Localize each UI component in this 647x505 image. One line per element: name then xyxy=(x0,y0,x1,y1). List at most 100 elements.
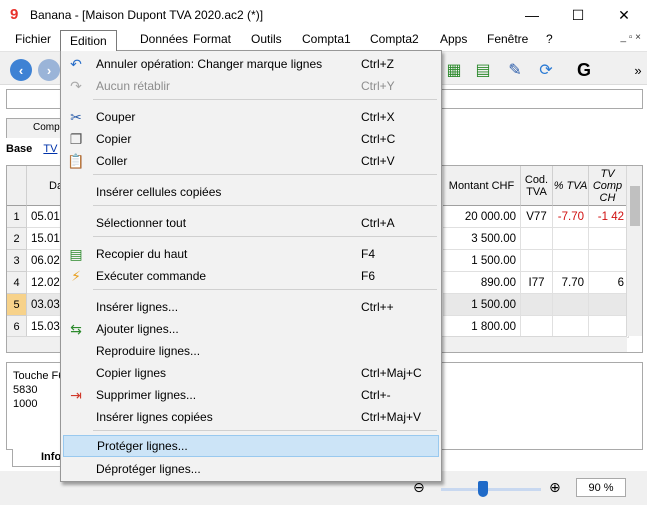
scrollbar-thumb[interactable] xyxy=(630,186,640,226)
zoom-slider[interactable] xyxy=(441,488,541,491)
menu-item-label: Aucun rétablir xyxy=(96,79,171,93)
menu-item-paste[interactable]: 📋 Coller Ctrl+V xyxy=(63,150,439,172)
menu-item-protect-rows[interactable]: Protéger lignes... xyxy=(63,435,439,457)
view-tab-tva[interactable]: TV xyxy=(43,143,57,155)
menu-item-insert-copied-rows[interactable]: Insérer lignes copiées Ctrl+Maj+V xyxy=(63,406,439,428)
menu-item-insert-rows[interactable]: Insérer lignes... Ctrl++ xyxy=(63,296,439,318)
menu-item-shortcut: Ctrl+A xyxy=(361,216,395,230)
pencil-edit-icon[interactable]: ✎ xyxy=(503,58,527,82)
scissors-icon: ✂ xyxy=(70,108,82,125)
cell-code-tva[interactable]: I77 xyxy=(521,272,553,294)
cell-tva-comp[interactable] xyxy=(589,228,629,250)
zoom-in-icon[interactable]: ⊕ xyxy=(549,479,561,496)
grid-insert-icon[interactable]: ▦ xyxy=(442,58,466,82)
mdi-window-controls[interactable]: _ ▫ × xyxy=(620,32,641,43)
menu-item-label: Insérer lignes... xyxy=(96,300,179,314)
menu-item-duplicate-rows[interactable]: Reproduire lignes... xyxy=(63,340,439,362)
close-button[interactable]: ✕ xyxy=(601,0,647,30)
maximize-button[interactable]: ☐ xyxy=(555,0,601,30)
cell-tva-comp[interactable] xyxy=(589,316,629,338)
zoom-level-input[interactable]: 90 % xyxy=(576,478,626,497)
view-tab-base[interactable]: Base xyxy=(6,143,32,155)
cell-pct-tva[interactable] xyxy=(553,316,589,338)
menu-item-select-all[interactable]: Sélectionner tout Ctrl+A xyxy=(63,212,439,234)
cell-tva-comp[interactable] xyxy=(589,250,629,272)
cell-montant[interactable]: 3 500.00 xyxy=(443,228,521,250)
menu-donnees[interactable]: Données xyxy=(140,32,188,46)
cell-montant[interactable]: 890.00 xyxy=(443,272,521,294)
toolbar-overflow-icon[interactable]: » xyxy=(626,58,647,82)
redo-icon: ↷ xyxy=(70,77,82,94)
row-number[interactable]: 4 xyxy=(7,272,27,294)
window-title: Banana - [Maison Dupont TVA 2020.ac2 (*)… xyxy=(30,8,264,22)
menu-outils[interactable]: Outils xyxy=(251,32,282,46)
cell-montant[interactable]: 1 500.00 xyxy=(443,250,521,272)
cell-code-tva[interactable] xyxy=(521,294,553,316)
menu-item-delete-rows[interactable]: ⇥ Supprimer lignes... Ctrl+- xyxy=(63,384,439,406)
cell-code-tva[interactable] xyxy=(521,250,553,272)
menu-item-cut[interactable]: ✂ Couper Ctrl+X xyxy=(63,106,439,128)
row-number[interactable]: 3 xyxy=(7,250,27,272)
menu-separator xyxy=(93,236,437,237)
menu-item-label: Déprotéger lignes... xyxy=(96,462,201,476)
cell-pct-tva[interactable] xyxy=(553,294,589,316)
menu-item-label: Insérer lignes copiées xyxy=(96,410,213,424)
zoom-slider-thumb[interactable] xyxy=(478,481,488,497)
row-number-selected[interactable]: 5 xyxy=(7,294,27,316)
cell-pct-tva[interactable] xyxy=(553,228,589,250)
cell-code-tva[interactable]: V77 xyxy=(521,206,553,228)
menu-item-label: Couper xyxy=(96,110,136,124)
menu-item-label: Copier lignes xyxy=(96,366,167,380)
menu-item-copy-rows[interactable]: Copier lignes Ctrl+Maj+C xyxy=(63,362,439,384)
menu-compta1[interactable]: Compta1 xyxy=(302,32,351,46)
vertical-scrollbar[interactable] xyxy=(626,166,642,336)
row-number[interactable]: 6 xyxy=(7,316,27,338)
menu-fichier[interactable]: Fichier xyxy=(15,32,51,46)
cell-pct-tva[interactable] xyxy=(553,250,589,272)
menu-item-shortcut: Ctrl+C xyxy=(361,132,396,146)
menu-fenetre[interactable]: Fenêtre xyxy=(487,32,528,46)
menu-item-undo[interactable]: ↶ Annuler opération: Changer marque lign… xyxy=(63,53,439,75)
menu-item-insert-copied-cells[interactable]: Insérer cellules copiées xyxy=(63,181,439,203)
refresh-icon[interactable]: ⟳ xyxy=(534,58,558,82)
menu-item-fill-down[interactable]: ▤ Recopier du haut F4 xyxy=(63,243,439,265)
cell-tva-comp[interactable] xyxy=(589,294,629,316)
row-number[interactable]: 2 xyxy=(7,228,27,250)
cell-pct-tva[interactable]: -7.70 xyxy=(553,206,589,228)
add-rows-icon: ⇆ xyxy=(70,320,82,337)
menu-item-execute-command[interactable]: ⚡ Exécuter commande F6 xyxy=(63,265,439,287)
menu-item-add-rows[interactable]: ⇆ Ajouter lignes... xyxy=(63,318,439,340)
cell-montant[interactable]: 1 500.00 xyxy=(443,294,521,316)
menu-edition[interactable]: Edition xyxy=(60,30,117,51)
cell-code-tva[interactable] xyxy=(521,228,553,250)
cell-tva-comp[interactable]: -1 42 xyxy=(589,206,629,228)
col-header-code-tva[interactable]: Cod. TVA xyxy=(521,166,553,206)
menu-item-label: Supprimer lignes... xyxy=(96,388,197,402)
col-header-montant[interactable]: Montant CHF xyxy=(443,166,521,206)
menu-compta2[interactable]: Compta2 xyxy=(370,32,419,46)
menu-item-shortcut: Ctrl+Y xyxy=(361,79,395,93)
menu-separator xyxy=(93,205,437,206)
menu-item-redo[interactable]: ↷ Aucun rétablir Ctrl+Y xyxy=(63,75,439,97)
grid-add-icon[interactable]: ▤ xyxy=(471,58,495,82)
menu-format[interactable]: Format xyxy=(193,32,231,46)
row-number[interactable]: 1 xyxy=(7,206,27,228)
menu-item-unprotect-rows[interactable]: Déprotéger lignes... xyxy=(63,458,439,480)
fill-down-icon: ▤ xyxy=(69,245,83,262)
cell-tva-comp[interactable]: 6 xyxy=(589,272,629,294)
menu-help[interactable]: ? xyxy=(546,32,553,46)
cell-montant[interactable]: 1 800.00 xyxy=(443,316,521,338)
cell-montant[interactable]: 20 000.00 xyxy=(443,206,521,228)
menu-item-copy[interactable]: ❐ Copier Ctrl+C xyxy=(63,128,439,150)
forward-arrow-icon[interactable]: › xyxy=(38,59,60,81)
menu-item-shortcut: F4 xyxy=(361,247,376,261)
back-arrow-icon[interactable]: ‹ xyxy=(10,59,32,81)
col-header-tva-comp[interactable]: TV Comp CH xyxy=(589,166,629,206)
menu-item-label: Coller xyxy=(96,154,128,168)
minimize-button[interactable]: — xyxy=(509,0,555,30)
cell-code-tva[interactable] xyxy=(521,316,553,338)
col-header-pct-tva[interactable]: % TVA xyxy=(553,166,589,206)
cell-pct-tva[interactable]: 7.70 xyxy=(553,272,589,294)
g-button[interactable]: G xyxy=(572,58,596,82)
menu-apps[interactable]: Apps xyxy=(440,32,467,46)
